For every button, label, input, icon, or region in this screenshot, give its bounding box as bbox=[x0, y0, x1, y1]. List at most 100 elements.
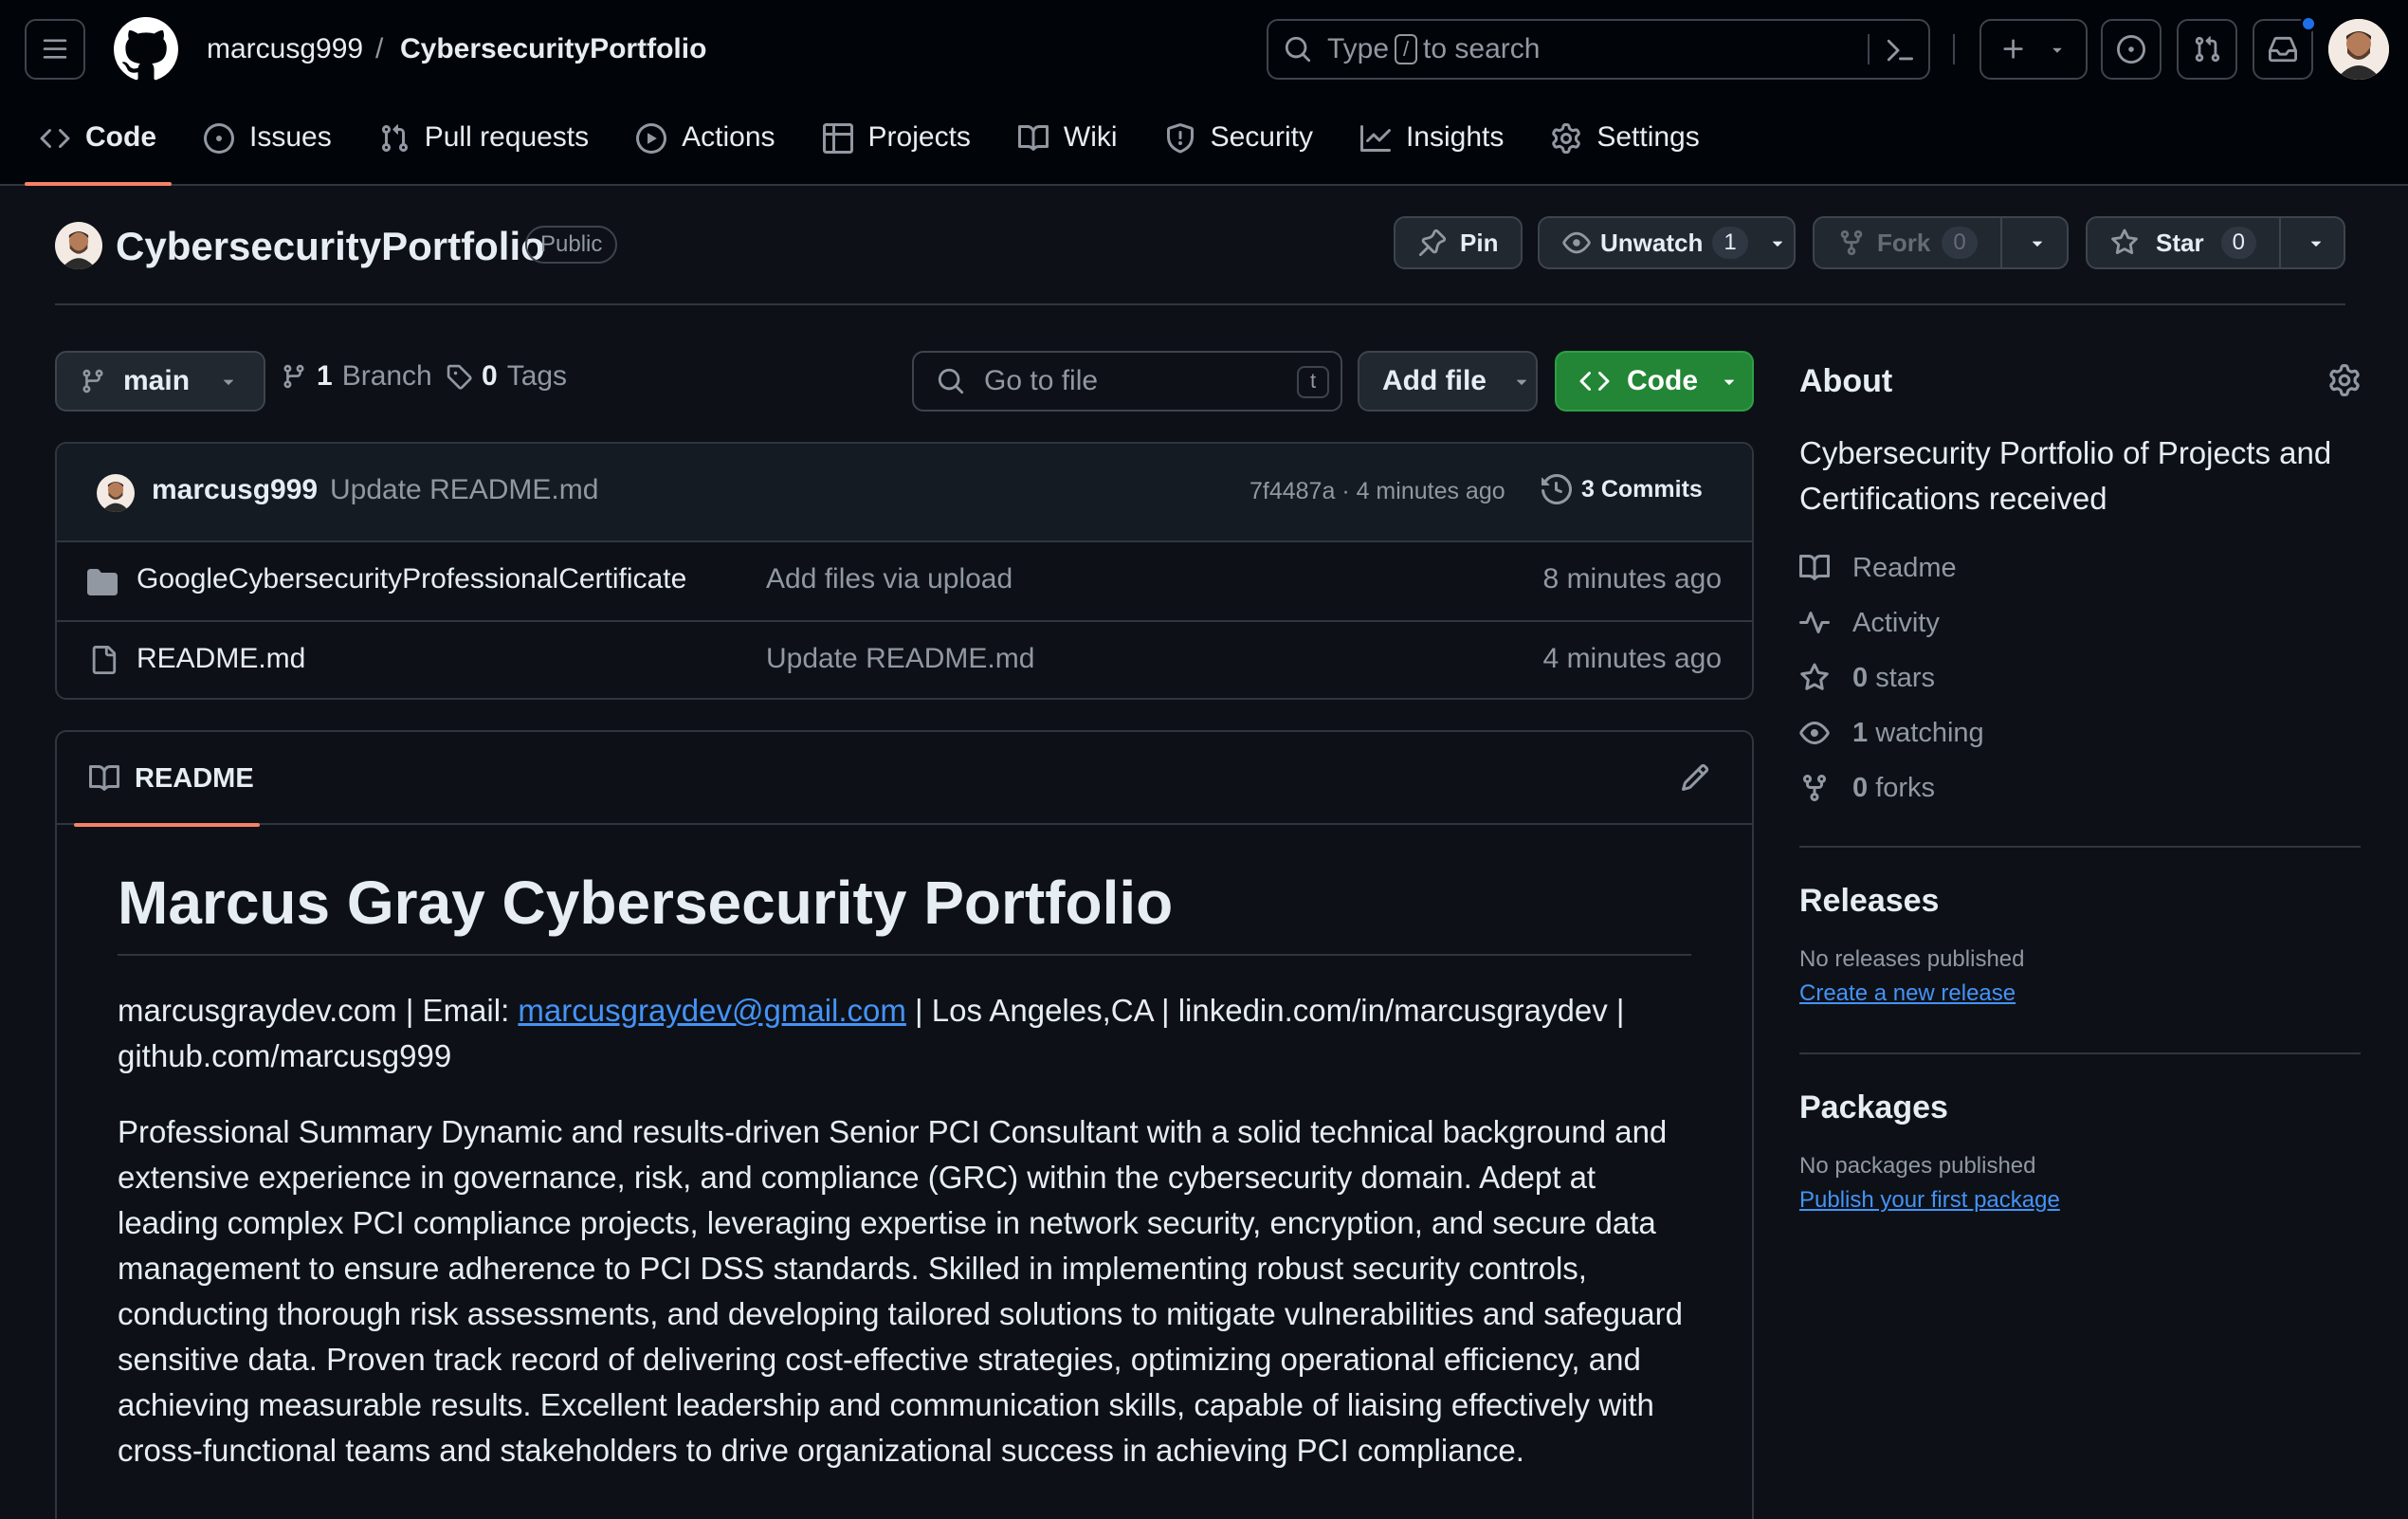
github-mark-icon bbox=[114, 17, 178, 81]
watch-button[interactable]: Unwatch 1 bbox=[1538, 216, 1796, 269]
tab-wiki[interactable]: Wiki bbox=[1014, 116, 1133, 186]
repo-header-divider bbox=[55, 303, 2345, 305]
tab-settings[interactable]: Settings bbox=[1547, 116, 1714, 186]
file-name[interactable]: GoogleCybersecurityProfessionalCertifica… bbox=[137, 563, 686, 595]
repo-title[interactable]: CybersecurityPortfolio bbox=[116, 220, 545, 273]
add-file-button[interactable]: Add file bbox=[1358, 351, 1538, 412]
file-commit-message[interactable]: Update README.md bbox=[766, 643, 1034, 675]
owner-link[interactable]: marcusg999 bbox=[207, 30, 363, 68]
file-name[interactable]: README.md bbox=[137, 643, 305, 675]
search-placeholder-suffix: to search bbox=[1423, 33, 1541, 64]
code-button[interactable]: Code bbox=[1555, 351, 1754, 412]
caret-down-icon[interactable] bbox=[2306, 232, 2326, 253]
fork-button[interactable]: Fork 0 bbox=[1813, 216, 2069, 269]
file-row[interactable]: README.md Update README.md 4 minutes ago bbox=[57, 620, 1752, 698]
menu-button[interactable] bbox=[25, 19, 85, 80]
branches-link[interactable]: 1 Branch bbox=[281, 360, 432, 393]
search-input[interactable]: Type / to search bbox=[1267, 19, 1930, 80]
stars-label: stars bbox=[1875, 662, 1936, 693]
git-branch-icon bbox=[82, 369, 103, 393]
avatar-image bbox=[2328, 19, 2389, 80]
email-link[interactable]: marcusgraydev@gmail.com bbox=[518, 993, 905, 1028]
branch-selector[interactable]: main bbox=[55, 351, 265, 412]
issues-button[interactable] bbox=[2101, 19, 2162, 80]
caret-down-icon bbox=[2052, 47, 2062, 53]
notifications-button[interactable] bbox=[2253, 15, 2317, 80]
file-table: marcusg999 Update README.md 7f4487a · 4 … bbox=[55, 442, 1754, 700]
readme-heading: Marcus Gray Cybersecurity Portfolio bbox=[118, 865, 1691, 956]
repo-owner-avatar[interactable] bbox=[55, 222, 102, 269]
file-commit-message[interactable]: Add files via upload bbox=[766, 563, 1012, 595]
forks-link[interactable]: 0 forks bbox=[1799, 760, 2361, 815]
tag-count: 0 bbox=[482, 360, 498, 392]
contact-prefix: marcusgraydev.com | Email: bbox=[118, 993, 519, 1028]
caret-down-icon[interactable] bbox=[2027, 232, 2048, 253]
file-row[interactable]: GoogleCybersecurityProfessionalCertifica… bbox=[57, 542, 1752, 620]
pull-request-icon bbox=[381, 124, 408, 153]
tab-security-label: Security bbox=[1210, 121, 1313, 153]
commit-hash-time[interactable]: 7f4487a · 4 minutes ago bbox=[1250, 478, 1505, 505]
search-placeholder-prefix: Type bbox=[1327, 33, 1390, 64]
command-palette-icon[interactable] bbox=[1885, 36, 1913, 64]
commit-message[interactable]: Update README.md bbox=[330, 474, 598, 506]
commit-author-avatar[interactable] bbox=[97, 474, 135, 512]
commits-label: 3 Commits bbox=[1581, 475, 1703, 503]
fork-count: 0 bbox=[1942, 227, 1978, 259]
plus-icon bbox=[2003, 39, 2023, 59]
go-to-file-placeholder: Go to file bbox=[984, 365, 1099, 396]
user-avatar[interactable] bbox=[2328, 19, 2389, 80]
pencil-icon[interactable] bbox=[1680, 762, 1710, 793]
create-release-link[interactable]: Create a new release bbox=[1799, 977, 2361, 1011]
table-icon bbox=[822, 123, 853, 154]
star-button[interactable]: Star 0 bbox=[2086, 216, 2345, 269]
tab-security[interactable]: Security bbox=[1161, 116, 1328, 186]
tab-projects[interactable]: Projects bbox=[819, 116, 986, 186]
inbox-icon bbox=[2269, 36, 2297, 63]
caret-down-icon[interactable] bbox=[1767, 232, 1788, 253]
repo-link[interactable]: CybersecurityPortfolio bbox=[400, 30, 706, 68]
watching-link[interactable]: 1 watching bbox=[1799, 705, 2361, 760]
issue-icon bbox=[204, 123, 234, 154]
readme-tab-label: README bbox=[135, 762, 254, 794]
go-to-file-input[interactable]: Go to file t bbox=[912, 351, 1342, 412]
stars-link[interactable]: 0 stars bbox=[1799, 650, 2361, 705]
star-icon bbox=[1800, 663, 1829, 690]
commit-author[interactable]: marcusg999 bbox=[152, 474, 318, 506]
tab-actions[interactable]: Actions bbox=[632, 116, 790, 186]
global-header: marcusg999 / CybersecurityPortfolio Type… bbox=[0, 0, 2408, 186]
tags-link[interactable]: 0 Tags bbox=[446, 360, 567, 393]
readme-summary: Professional Summary Dynamic and results… bbox=[118, 1114, 1683, 1468]
watch-label: Unwatch bbox=[1600, 228, 1704, 257]
code-button-label: Code bbox=[1627, 365, 1698, 396]
search-shortcut-key: / bbox=[1395, 34, 1418, 64]
commits-link[interactable]: 3 Commits bbox=[1541, 474, 1703, 504]
packages-title[interactable]: Packages bbox=[1799, 1087, 2361, 1128]
hamburger-icon bbox=[43, 39, 67, 59]
tab-wiki-label: Wiki bbox=[1063, 121, 1118, 153]
tab-projects-label: Projects bbox=[867, 121, 971, 153]
pin-button[interactable]: Pin bbox=[1394, 216, 1523, 269]
folder-icon bbox=[87, 569, 118, 595]
github-logo[interactable] bbox=[114, 17, 178, 82]
code-icon bbox=[40, 128, 70, 149]
tag-icon bbox=[447, 364, 472, 390]
play-icon bbox=[636, 123, 667, 154]
file-time: 8 minutes ago bbox=[1542, 563, 1722, 595]
readme-link[interactable]: Readme bbox=[1799, 540, 2361, 595]
activity-link[interactable]: Activity bbox=[1799, 595, 2361, 650]
create-new-button[interactable] bbox=[1979, 19, 2088, 80]
tab-pull-requests[interactable]: Pull requests bbox=[375, 116, 604, 186]
forks-label: forks bbox=[1875, 772, 1936, 803]
book-icon bbox=[1017, 124, 1049, 151]
gear-icon[interactable] bbox=[2328, 364, 2361, 396]
tab-issues[interactable]: Issues bbox=[200, 116, 347, 186]
pull-requests-button[interactable] bbox=[2177, 19, 2237, 80]
releases-title[interactable]: Releases bbox=[1799, 880, 2361, 922]
tab-insights[interactable]: Insights bbox=[1357, 116, 1519, 186]
tab-code[interactable]: Code bbox=[25, 116, 172, 186]
code-icon bbox=[1579, 371, 1610, 392]
releases-section: Releases No releases published Create a … bbox=[1799, 880, 2361, 1011]
publish-package-link[interactable]: Publish your first package bbox=[1799, 1183, 2361, 1217]
caret-down-icon bbox=[1516, 379, 1527, 385]
readme-tab[interactable]: README bbox=[74, 732, 260, 827]
